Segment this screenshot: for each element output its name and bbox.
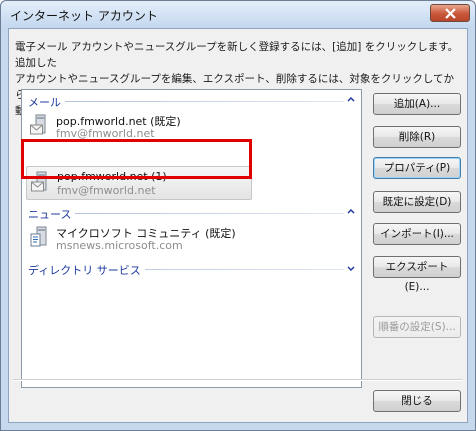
group-label-directory: ディレクトリ サービス [28, 262, 145, 278]
chevron-up-icon[interactable] [346, 207, 356, 217]
account-server: msnews.microsoft.com [56, 239, 183, 252]
list-item-mail-account[interactable]: pop.fmworld.net (既定) fmv@fmworld.net [26, 110, 252, 144]
accounts-list[interactable]: メール pop.fmworld.net (既定) fmv@fmworld.net [21, 89, 362, 388]
account-email: fmv@fmworld.net [56, 127, 155, 140]
set-order-button[interactable]: 順番の設定(S)... [373, 316, 461, 338]
dialog-body: 電子メール アカウントやニュースグループを新しく登録するには、[追加] をクリッ… [8, 28, 468, 423]
title-bar[interactable]: インターネット アカウント [1, 1, 475, 27]
window-title: インターネット アカウント [10, 9, 158, 23]
list-item-news-account[interactable]: マイクロソフト コミュニティ (既定) msnews.microsoft.com [26, 222, 252, 256]
group-header-mail[interactable]: メール [28, 94, 358, 110]
window-close-button[interactable] [430, 4, 470, 22]
group-header-directory[interactable]: ディレクトリ サービス [28, 262, 358, 278]
chevron-down-icon[interactable] [346, 263, 356, 273]
account-name: pop.fmworld.net (1) [57, 170, 167, 183]
mail-server-icon [30, 114, 46, 135]
group-header-news[interactable]: ニュース [28, 206, 358, 222]
group-label-news: ニュース [28, 206, 76, 222]
chevron-up-icon[interactable] [346, 95, 356, 105]
properties-button[interactable]: プロパティ(P) [373, 157, 461, 179]
mail-server-icon [31, 171, 47, 192]
set-default-button[interactable]: 既定に設定(D) [373, 191, 461, 213]
import-button[interactable]: インポート(I)... [373, 223, 461, 245]
group-divider [28, 101, 344, 102]
group-label-mail: メール [28, 94, 65, 110]
close-button[interactable]: 閉じる [373, 390, 461, 412]
close-icon [445, 8, 456, 19]
news-server-icon [30, 226, 47, 247]
footer-separator [13, 379, 463, 381]
export-button[interactable]: エクスポート(E)... [373, 256, 461, 293]
internet-accounts-window: インターネット アカウント 電子メール アカウントやニュースグループを新しく登録… [0, 0, 476, 431]
add-button[interactable]: 追加(A)... [373, 93, 461, 115]
list-item-mail-account-selected[interactable]: pop.fmworld.net (1) fmv@fmworld.net [26, 166, 252, 200]
account-email: fmv@fmworld.net [57, 184, 156, 197]
delete-button[interactable]: 削除(R) [373, 126, 461, 148]
